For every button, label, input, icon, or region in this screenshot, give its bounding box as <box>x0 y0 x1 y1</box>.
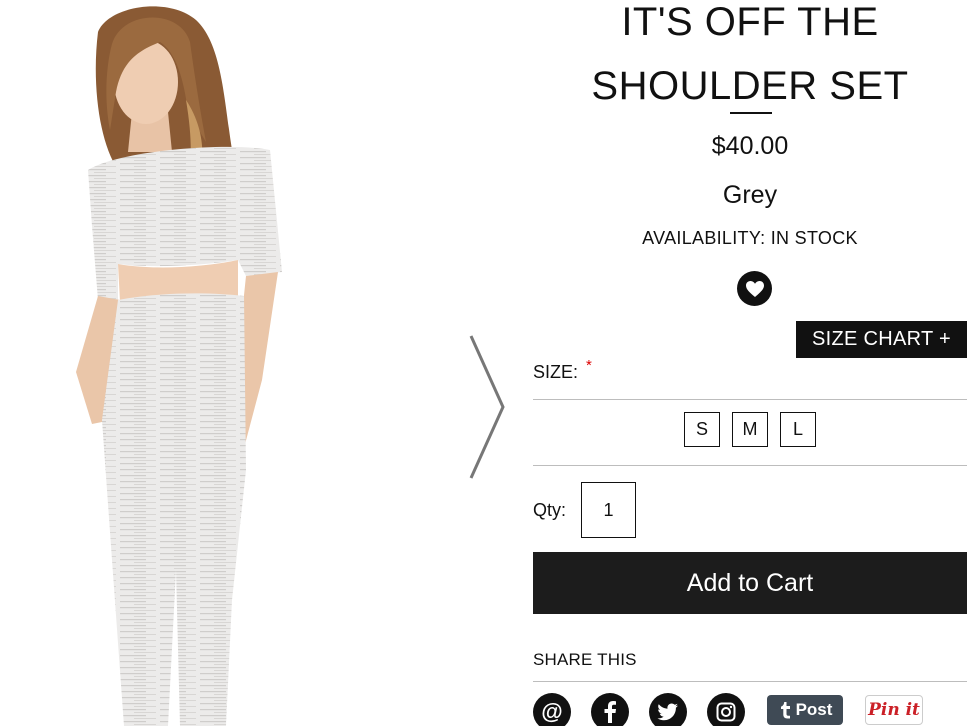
title-underline <box>730 112 772 114</box>
divider <box>533 681 967 682</box>
add-to-cart-button[interactable]: Add to Cart <box>533 552 967 614</box>
product-title-line1: IT'S OFF THE <box>621 0 879 44</box>
tumblr-post-button[interactable]: Post <box>767 695 843 725</box>
size-label: SIZE: <box>533 362 579 382</box>
pinterest-label: Pin it <box>868 700 920 720</box>
size-option-m[interactable]: M <box>732 412 768 447</box>
share-buttons: @ Post Pin it <box>533 693 973 726</box>
tumblr-post-label: Post <box>795 700 833 719</box>
heart-icon <box>745 280 764 297</box>
quantity-input[interactable] <box>581 482 636 538</box>
product-color: Grey <box>722 181 778 209</box>
divider <box>533 399 967 400</box>
email-icon: @ <box>541 699 563 724</box>
product-image <box>0 0 520 726</box>
product-price: $40.00 <box>711 132 789 160</box>
chevron-right-icon <box>469 335 505 479</box>
next-image-arrow[interactable] <box>462 332 512 482</box>
wishlist-button[interactable] <box>737 271 772 306</box>
size-chart-button[interactable]: SIZE CHART + <box>796 321 967 358</box>
facebook-icon <box>604 701 616 723</box>
product-details: IT'S OFF THE SHOULDER SET $40.00 Grey AV… <box>520 0 980 726</box>
size-option-l[interactable]: L <box>780 412 816 447</box>
product-title-line2: SHOULDER SET <box>591 64 909 108</box>
instagram-icon <box>716 702 736 722</box>
email-share-button[interactable]: @ <box>533 693 571 726</box>
twitter-share-button[interactable] <box>649 693 687 726</box>
availability-status: AVAILABILITY: IN STOCK <box>642 228 858 248</box>
model-photo <box>76 6 282 726</box>
size-options: S M L <box>684 412 816 447</box>
size-option-s[interactable]: S <box>684 412 720 447</box>
divider <box>533 465 967 466</box>
pinterest-pin-button[interactable]: Pin it <box>865 695 923 725</box>
instagram-share-button[interactable] <box>707 693 745 726</box>
tumblr-icon <box>780 702 790 719</box>
twitter-icon <box>657 703 678 721</box>
quantity-label: Qty: <box>533 500 567 520</box>
facebook-share-button[interactable] <box>591 693 629 726</box>
share-label: SHARE THIS <box>533 650 637 669</box>
required-marker: * <box>586 357 592 374</box>
